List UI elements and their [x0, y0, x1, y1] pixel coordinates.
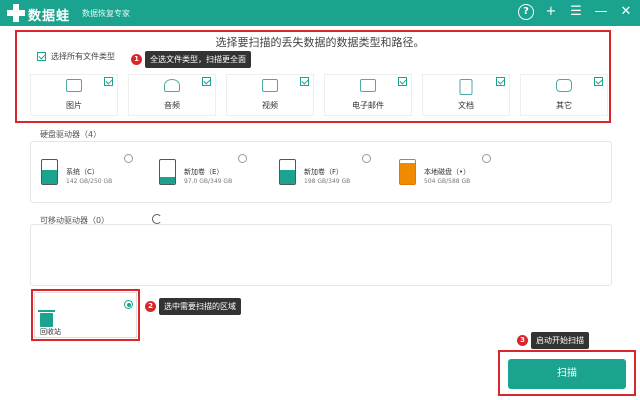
callout-2-number: 2	[145, 301, 156, 312]
drive-icon	[279, 159, 296, 185]
recycle-bin-card[interactable]: 回收站	[34, 292, 137, 338]
minimize-icon[interactable]: —	[593, 4, 609, 20]
title-bar: 数据蛙 数据恢复专家 ? + ☰ — ✕	[0, 0, 640, 26]
plus-icon[interactable]: +	[543, 4, 559, 20]
refresh-icon[interactable]	[152, 214, 162, 224]
drive-name: 新加卷（F）	[304, 168, 344, 176]
callout-3-number: 3	[517, 335, 528, 346]
document-icon	[459, 79, 473, 95]
drive-local[interactable]: 本地磁盘（•） 504 GB/588 GB	[399, 157, 509, 197]
file-type-list: 图片 音频 视频 电子邮件 文档 其它	[30, 74, 608, 116]
image-icon	[66, 79, 82, 92]
email-icon	[360, 79, 376, 92]
drive-name: 本地磁盘（•）	[424, 168, 471, 176]
drive-f-radio[interactable]	[362, 154, 371, 163]
drive-c-radio[interactable]	[124, 154, 133, 163]
recycle-bin-label: 回收站	[40, 328, 61, 336]
recycle-bin-radio[interactable]	[124, 300, 133, 309]
callout-3: 启动开始扫描	[531, 332, 589, 349]
callout-1: 全选文件类型，扫描更全面	[145, 51, 251, 68]
drive-name: 新加卷（E）	[184, 168, 224, 176]
close-icon[interactable]: ✕	[618, 4, 634, 20]
drive-e-radio[interactable]	[238, 154, 247, 163]
file-type-checkbox[interactable]	[496, 77, 505, 86]
select-all-row[interactable]: 选择所有文件类型	[37, 51, 115, 62]
file-type-label: 音频	[164, 101, 180, 110]
scan-prompt: 选择要扫描的丢失数据的数据类型和路径。	[215, 36, 425, 49]
file-type-checkbox[interactable]	[594, 77, 603, 86]
other-icon	[556, 79, 572, 92]
drive-icon	[399, 159, 416, 185]
help-icon[interactable]: ?	[518, 4, 534, 20]
file-type-label: 电子邮件	[352, 101, 384, 110]
drive-size: 97.0 GB/349 GB	[184, 178, 233, 185]
drive-name: 系统（C）	[66, 168, 99, 176]
callout-2: 选中需要扫描的区域	[159, 298, 241, 315]
drive-size: 504 GB/588 GB	[424, 178, 471, 185]
file-type-video[interactable]: 视频	[226, 74, 314, 116]
video-icon	[262, 79, 278, 92]
file-type-label: 视频	[262, 101, 278, 110]
drive-c[interactable]: 系统（C） 142 GB/250 GB	[41, 157, 151, 197]
hard-drives-panel: 系统（C） 142 GB/250 GB 新加卷（E） 97.0 GB/349 G…	[30, 141, 612, 203]
hard-drives-title: 硬盘驱动器（4）	[40, 130, 102, 139]
file-type-checkbox[interactable]	[300, 77, 309, 86]
file-type-other[interactable]: 其它	[520, 74, 608, 116]
file-type-email[interactable]: 电子邮件	[324, 74, 412, 116]
select-all-checkbox[interactable]	[37, 52, 46, 61]
drive-size: 198 GB/349 GB	[304, 178, 351, 185]
file-type-checkbox[interactable]	[104, 77, 113, 86]
file-type-audio[interactable]: 音频	[128, 74, 216, 116]
menu-icon[interactable]: ☰	[568, 4, 584, 20]
file-type-label: 其它	[556, 101, 572, 110]
file-type-image[interactable]: 图片	[30, 74, 118, 116]
drive-icon	[41, 159, 58, 185]
callout-1-number: 1	[131, 54, 142, 65]
audio-icon	[164, 79, 180, 92]
file-type-label: 图片	[66, 101, 82, 110]
file-type-label: 文档	[458, 101, 474, 110]
app-name: 数据蛙	[28, 9, 71, 24]
drive-e[interactable]: 新加卷（E） 97.0 GB/349 GB	[159, 157, 269, 197]
recycle-bin-icon	[38, 310, 55, 327]
file-type-checkbox[interactable]	[202, 77, 211, 86]
drive-size: 142 GB/250 GB	[66, 178, 113, 185]
file-type-checkbox[interactable]	[398, 77, 407, 86]
scan-button[interactable]: 扫描	[508, 359, 626, 389]
app-logo-icon	[6, 3, 26, 23]
drive-local-radio[interactable]	[482, 154, 491, 163]
select-all-label: 选择所有文件类型	[51, 52, 115, 61]
app-subtitle: 数据恢复专家	[82, 9, 130, 18]
file-type-document[interactable]: 文档	[422, 74, 510, 116]
drive-f[interactable]: 新加卷（F） 198 GB/349 GB	[279, 157, 389, 197]
removable-panel	[30, 224, 612, 286]
drive-icon	[159, 159, 176, 185]
